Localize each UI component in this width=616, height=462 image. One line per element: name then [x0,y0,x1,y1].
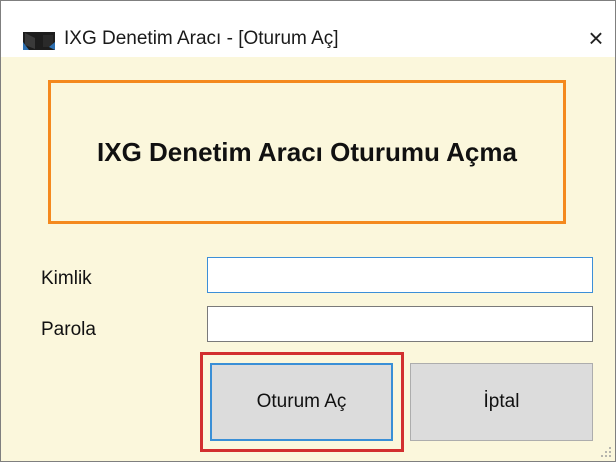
login-dialog: IXG Denetim Aracı - [Oturum Aç] × IXG De… [0,0,616,462]
header-title: IXG Denetim Aracı Oturumu Açma [97,137,517,167]
cancel-button[interactable]: İptal [410,363,593,441]
resize-grip-icon[interactable] [599,445,613,459]
window-title: IXG Denetim Aracı - [Oturum Aç] [64,28,339,49]
id-label: Kimlik [41,268,92,289]
close-icon[interactable]: × [581,23,611,53]
login-button[interactable]: Oturum Aç [210,363,393,441]
title-bar[interactable]: IXG Denetim Aracı - [Oturum Aç] × [1,1,615,57]
password-field[interactable] [207,306,593,342]
id-field[interactable] [207,257,593,293]
password-label: Parola [41,319,96,340]
header-banner: IXG Denetim Aracı Oturumu Açma [48,80,566,224]
app-icon [23,32,55,50]
